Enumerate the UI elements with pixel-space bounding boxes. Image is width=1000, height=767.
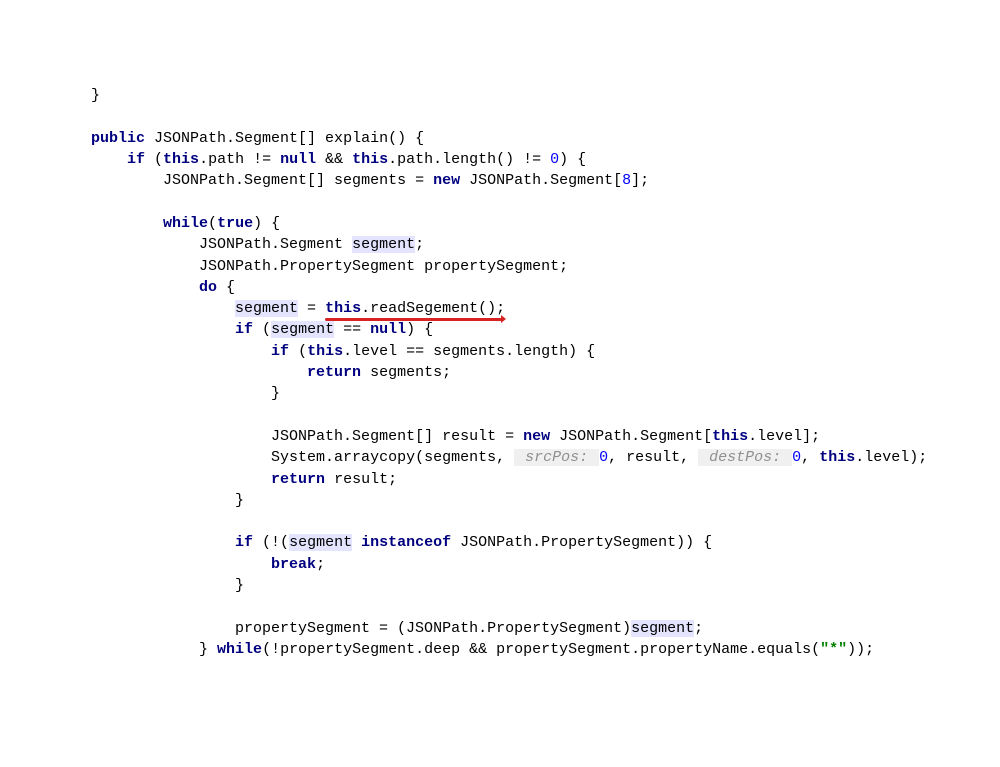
code-text: }	[91, 87, 100, 104]
code-text: ;	[316, 556, 325, 573]
parameter-hint: destPos:	[698, 449, 792, 466]
keyword-this: this	[307, 343, 343, 360]
code-text: }	[199, 641, 217, 658]
code-text: ) {	[406, 321, 433, 338]
code-text: result;	[325, 471, 397, 488]
keyword-this: this	[819, 449, 855, 466]
highlighted-identifier: segment	[235, 300, 298, 317]
code-text: ,	[801, 449, 819, 466]
code-text: ) {	[253, 215, 280, 232]
code-text: (	[208, 215, 217, 232]
keyword-if: if	[235, 321, 253, 338]
highlighted-identifier: segment	[631, 620, 694, 637]
code-text: ));	[847, 641, 874, 658]
code-text: .path !=	[199, 151, 280, 168]
code-text: ;	[694, 620, 703, 637]
code-text: JSONPath.Segment	[199, 236, 352, 253]
keyword-new: new	[523, 428, 550, 445]
keyword-public: public	[91, 130, 145, 147]
code-text: .path.length() !=	[388, 151, 550, 168]
keyword-null: null	[370, 321, 406, 338]
code-text: JSONPath.Segment[] segments =	[163, 172, 433, 189]
code-text: JSONPath.Segment[	[550, 428, 712, 445]
code-text: (!propertySegment.deep && propertySegmen…	[262, 641, 820, 658]
code-text: }	[235, 577, 244, 594]
code-text: JSONPath.PropertySegment)) {	[451, 534, 712, 551]
code-text: .level);	[855, 449, 927, 466]
keyword-while: while	[217, 641, 262, 658]
keyword-null: null	[280, 151, 316, 168]
code-text: }	[271, 385, 280, 402]
code-text: =	[298, 300, 325, 317]
number-literal: 0	[599, 449, 608, 466]
string-literal: "*"	[820, 641, 847, 658]
code-text: (	[145, 151, 163, 168]
annotated-call: this.readSegement()	[325, 300, 496, 317]
keyword-new: new	[433, 172, 460, 189]
code-text: ;	[415, 236, 424, 253]
keyword-break: break	[271, 556, 316, 573]
code-editor[interactable]: } public JSONPath.Segment[] explain() { …	[0, 85, 1000, 660]
number-literal: 0	[792, 449, 801, 466]
code-text: ) {	[559, 151, 586, 168]
code-text: (	[289, 343, 307, 360]
code-text: , result,	[608, 449, 698, 466]
keyword-while: while	[163, 215, 208, 232]
code-text: (!(	[253, 534, 289, 551]
keyword-instanceof: instanceof	[361, 534, 451, 551]
code-text: ==	[334, 321, 370, 338]
code-text: segments;	[361, 364, 451, 381]
code-text: JSONPath.Segment[	[460, 172, 622, 189]
number-literal: 8	[622, 172, 631, 189]
keyword-return: return	[307, 364, 361, 381]
keyword-this: this	[352, 151, 388, 168]
parameter-hint: srcPos:	[514, 449, 599, 466]
highlighted-identifier: segment	[271, 321, 334, 338]
keyword-return: return	[271, 471, 325, 488]
keyword-true: true	[217, 215, 253, 232]
highlighted-identifier: segment	[352, 236, 415, 253]
keyword-do: do	[199, 279, 217, 296]
keyword-if: if	[127, 151, 145, 168]
red-underline-annotation	[325, 318, 504, 321]
keyword-if: if	[235, 534, 253, 551]
code-text: JSONPath.Segment[] result =	[271, 428, 523, 445]
keyword-this: this	[325, 300, 361, 317]
keyword-this: this	[163, 151, 199, 168]
number-literal: 0	[550, 151, 559, 168]
code-text: propertySegment = (JSONPath.PropertySegm…	[235, 620, 631, 637]
code-text: .level == segments.length) {	[343, 343, 595, 360]
keyword-this: this	[712, 428, 748, 445]
method-call: .readSegement()	[361, 300, 496, 317]
code-text: {	[217, 279, 235, 296]
code-text: JSONPath.Segment[] explain() {	[145, 130, 424, 147]
code-text: .level];	[748, 428, 820, 445]
code-text: System.arraycopy(segments,	[271, 449, 514, 466]
code-text: }	[235, 492, 244, 509]
code-text: (	[253, 321, 271, 338]
highlighted-identifier: segment	[289, 534, 352, 551]
keyword-if: if	[271, 343, 289, 360]
code-text: &&	[316, 151, 352, 168]
code-text	[352, 534, 361, 551]
code-text: ];	[631, 172, 649, 189]
code-text: JSONPath.PropertySegment propertySegment…	[199, 258, 568, 275]
